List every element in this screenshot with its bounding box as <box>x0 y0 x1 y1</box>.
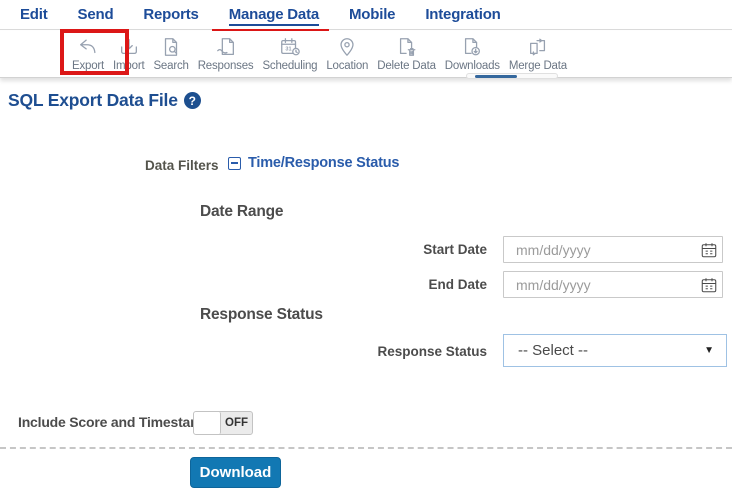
response-status-select[interactable]: -- Select -- ▼ <box>503 334 727 367</box>
start-date-input[interactable] <box>503 236 723 263</box>
toolbar-item-location[interactable]: Location <box>326 31 368 72</box>
page-title: SQL Export Data File <box>8 90 178 110</box>
toolbar-scrollbar-thumb[interactable] <box>475 75 517 78</box>
merge-documents-icon <box>526 35 550 59</box>
toolbar-item-export[interactable]: Export <box>72 31 104 72</box>
end-date-label: End Date <box>428 277 487 292</box>
import-tray-icon <box>117 35 141 59</box>
toolbar-item-downloads[interactable]: Downloads <box>445 31 500 72</box>
response-status-selected-value: -- Select -- <box>518 342 589 359</box>
export-arrow-icon <box>76 35 100 59</box>
data-filters-label: Data Filters <box>145 158 219 173</box>
map-pin-icon <box>335 35 359 59</box>
download-document-icon <box>460 35 484 59</box>
include-score-toggle[interactable]: OFF <box>193 411 253 435</box>
chevron-down-icon: ▼ <box>704 345 714 356</box>
nav-item-mobile[interactable]: Mobile <box>349 6 396 23</box>
top-nav: Edit Send Reports Manage Data Mobile Int… <box>0 0 732 33</box>
include-score-label: Include Score and Timestamp <box>18 414 211 430</box>
toolbar-item-responses[interactable]: Responses <box>198 31 254 72</box>
collapse-minus-icon[interactable] <box>228 156 241 170</box>
search-document-icon <box>159 35 183 59</box>
toggle-state-label: OFF <box>225 417 248 429</box>
toolbar-item-import[interactable]: Import <box>113 31 145 72</box>
start-date-label: Start Date <box>423 242 487 257</box>
date-range-heading: Date Range <box>200 203 284 220</box>
response-status-heading: Response Status <box>200 306 323 323</box>
sql-export-page: Edit Send Reports Manage Data Mobile Int… <box>0 0 732 495</box>
filter-group-label: Time/Response Status <box>248 155 400 171</box>
toolbar-item-scheduling[interactable]: 31 Scheduling <box>262 31 318 72</box>
svg-text:31: 31 <box>285 47 291 53</box>
toggle-knob <box>194 412 221 434</box>
toolbar-item-merge-data[interactable]: Merge Data <box>509 31 567 72</box>
filter-group-toggle[interactable]: Time/Response Status <box>228 155 399 171</box>
dashed-separator <box>0 447 732 449</box>
nav-item-integration[interactable]: Integration <box>425 6 501 23</box>
delete-document-icon <box>395 35 419 59</box>
nav-item-reports[interactable]: Reports <box>143 6 198 23</box>
responses-document-icon <box>214 35 238 59</box>
nav-item-send[interactable]: Send <box>78 6 114 23</box>
end-date-input[interactable] <box>503 271 723 298</box>
toolbar-item-delete-data[interactable]: Delete Data <box>377 31 436 72</box>
nav-item-edit[interactable]: Edit <box>20 6 48 23</box>
calendar-clock-icon: 31 <box>278 35 302 59</box>
response-status-label: Response Status <box>377 344 487 359</box>
download-button[interactable]: Download <box>190 457 281 488</box>
toolbar-item-search[interactable]: Search <box>153 31 189 72</box>
toolbar-scrollbar[interactable] <box>466 73 558 79</box>
manage-data-toolbar: Export Import Search Responses 31 Schedu… <box>0 31 732 78</box>
nav-item-manage-data[interactable]: Manage Data <box>211 6 330 33</box>
help-icon[interactable]: ? <box>183 92 201 109</box>
end-date-calendar-icon[interactable] <box>700 276 718 294</box>
start-date-calendar-icon[interactable] <box>700 241 718 259</box>
